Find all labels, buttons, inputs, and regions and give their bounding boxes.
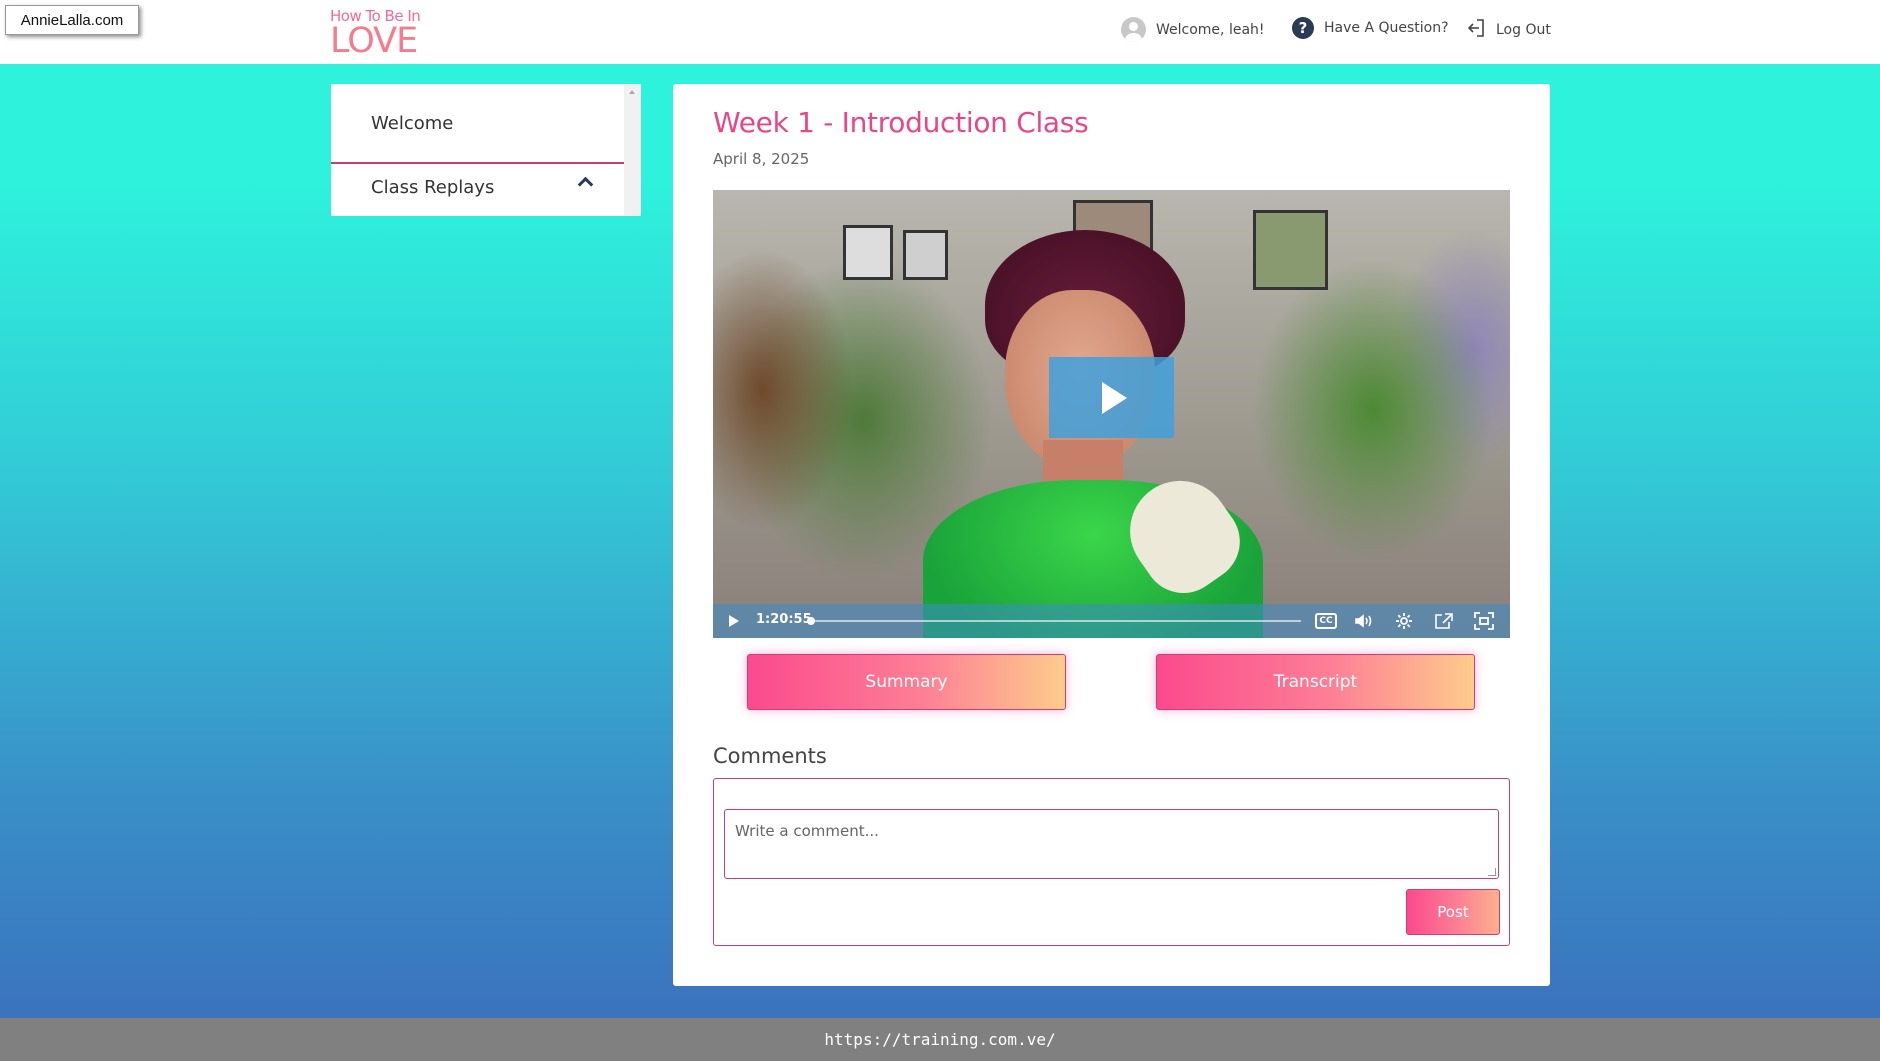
video-player[interactable]: 1:20:55 CC — [713, 190, 1510, 638]
wall-frame — [1253, 210, 1328, 290]
logout-label: Log Out — [1496, 22, 1551, 38]
comment-input[interactable]: Write a comment... — [724, 809, 1499, 879]
sidebar-item-class-replays[interactable]: Class Replays — [331, 167, 624, 207]
post-button[interactable]: Post — [1406, 889, 1500, 935]
comment-form: Write a comment... Post — [713, 778, 1510, 946]
site-tag: AnnieLalla.com — [5, 5, 139, 35]
sidebar: Welcome Class Replays — [331, 84, 641, 216]
welcome-text: Welcome, leah! — [1156, 21, 1265, 38]
brand-logo[interactable]: How To Be In LOVE — [330, 8, 421, 61]
question-icon: ? — [1292, 17, 1314, 39]
lesson-date: April 8, 2025 — [713, 150, 810, 168]
page-title: Week 1 - Introduction Class — [713, 106, 1089, 139]
progress-handle[interactable] — [807, 617, 815, 625]
comments-heading: Comments — [713, 744, 827, 768]
resize-handle-icon[interactable] — [1488, 868, 1496, 876]
top-header: How To Be In LOVE Welcome, leah! ? Have … — [0, 0, 1880, 64]
scroll-up-arrow-icon[interactable] — [629, 90, 635, 94]
transcript-button[interactable]: Transcript — [1156, 654, 1475, 710]
volume-icon[interactable] — [1353, 611, 1375, 631]
sidebar-item-label: Welcome — [371, 112, 454, 134]
logout-link[interactable]: Log Out — [1466, 17, 1551, 43]
have-a-question-label: Have A Question? — [1324, 20, 1449, 36]
logo-line-2: LOVE — [330, 21, 418, 61]
sidebar-item-welcome[interactable]: Welcome — [331, 84, 624, 164]
logout-icon — [1466, 17, 1486, 43]
sidebar-item-label: Class Replays — [371, 176, 495, 198]
play-icon — [1102, 381, 1127, 414]
avatar-icon — [1121, 17, 1146, 42]
user-welcome[interactable]: Welcome, leah! — [1121, 17, 1265, 42]
big-play-button[interactable] — [1049, 357, 1174, 438]
progress-track[interactable] — [811, 620, 1301, 622]
wall-frame — [843, 225, 893, 280]
share-icon[interactable] — [1433, 611, 1455, 631]
video-time: 1:20:55 — [756, 612, 812, 627]
chevron-up-icon[interactable] — [577, 176, 594, 193]
lesson-card: Week 1 - Introduction Class April 8, 202… — [673, 84, 1550, 986]
comment-placeholder: Write a comment... — [735, 822, 879, 840]
wall-frame — [903, 230, 948, 280]
url-status-bar: https://training.com.ve/ — [0, 1018, 1880, 1061]
sidebar-scrollbar[interactable] — [624, 84, 641, 216]
closed-captions-icon[interactable]: CC — [1315, 613, 1337, 629]
status-url: https://training.com.ve/ — [824, 1030, 1056, 1049]
summary-button[interactable]: Summary — [747, 654, 1066, 710]
video-controls: 1:20:55 CC — [713, 604, 1510, 638]
settings-gear-icon[interactable] — [1393, 611, 1415, 631]
have-a-question-link[interactable]: ? Have A Question? — [1292, 17, 1449, 39]
play-icon[interactable] — [729, 615, 739, 627]
fullscreen-icon[interactable] — [1473, 611, 1495, 631]
